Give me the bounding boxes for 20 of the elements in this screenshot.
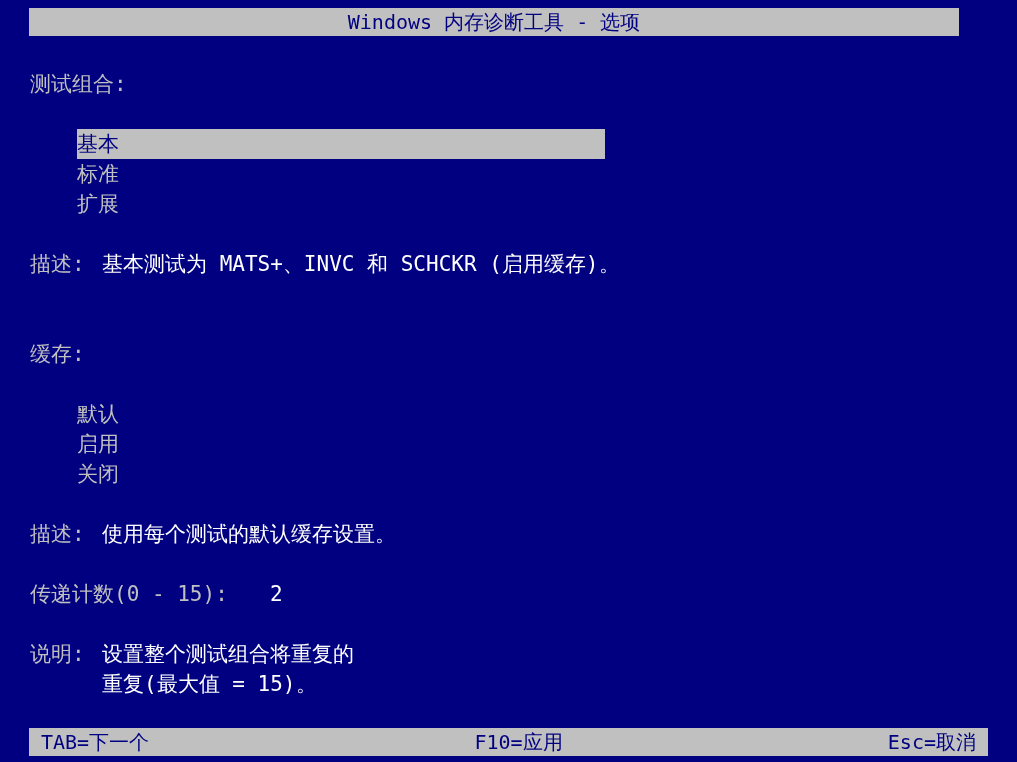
option-item[interactable]: 扩展	[77, 189, 119, 219]
option-item[interactable]: 基本	[77, 129, 605, 159]
pass-count-label: 传递计数(0 - 15):	[30, 581, 229, 608]
pass-count-field[interactable]: 2	[270, 579, 283, 609]
description-text: 基本测试为 MATS+、INVC 和 SCHCKR (启用缓存)。	[102, 251, 620, 278]
key-hint: F10=应用	[474, 729, 563, 756]
note-text: 设置整个测试组合将重复的 重复(最大值 = 15)。	[102, 641, 354, 698]
key-hint: Esc=取消	[887, 729, 976, 756]
option-item[interactable]: 启用	[77, 429, 119, 459]
description-label: 描述:	[30, 251, 86, 278]
note-label: 说明:	[30, 641, 86, 668]
option-item[interactable]: 关闭	[77, 459, 119, 489]
section-label: 测试组合:	[30, 71, 127, 98]
option-item[interactable]: 标准	[77, 159, 119, 189]
section-label: 缓存:	[30, 341, 85, 368]
description-label: 描述:	[30, 521, 86, 548]
key-hint: TAB=下一个	[41, 729, 150, 756]
option-item[interactable]: 默认	[77, 399, 119, 429]
description-text: 使用每个测试的默认缓存设置。	[102, 521, 396, 548]
window-title: Windows 内存诊断工具 - 选项	[29, 8, 959, 36]
